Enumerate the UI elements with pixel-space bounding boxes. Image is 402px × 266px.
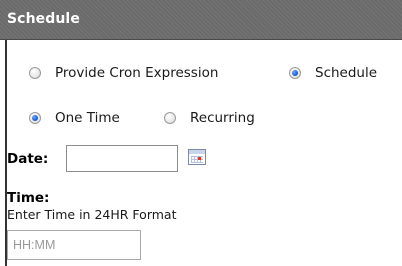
radio-option-schedule[interactable]: Schedule (289, 63, 377, 83)
radio-one-time-label: One Time (55, 110, 120, 126)
calendar-icon[interactable] (188, 149, 206, 165)
date-input[interactable] (66, 145, 178, 172)
radio-option-recurring[interactable]: Recurring (164, 108, 255, 128)
panel-header: Schedule (0, 0, 402, 40)
time-label: Time: (7, 190, 50, 206)
radio-recurring-label: Recurring (190, 110, 255, 126)
radio-schedule-label: Schedule (315, 65, 378, 81)
time-format-hint: Enter Time in 24HR Format (7, 207, 177, 222)
date-label: Date: (7, 151, 49, 167)
radio-cron[interactable] (29, 67, 41, 79)
panel-title: Schedule (7, 11, 80, 27)
radio-recurring[interactable] (164, 112, 176, 124)
radio-option-cron[interactable]: Provide Cron Expression (29, 63, 218, 83)
radio-option-one-time[interactable]: One Time (29, 108, 120, 128)
radio-schedule[interactable] (289, 67, 301, 79)
radio-one-time[interactable] (29, 112, 41, 124)
schedule-panel: Schedule Provide Cron Expression Schedul… (0, 0, 402, 266)
time-input[interactable] (7, 230, 141, 260)
radio-cron-label: Provide Cron Expression (55, 65, 219, 81)
